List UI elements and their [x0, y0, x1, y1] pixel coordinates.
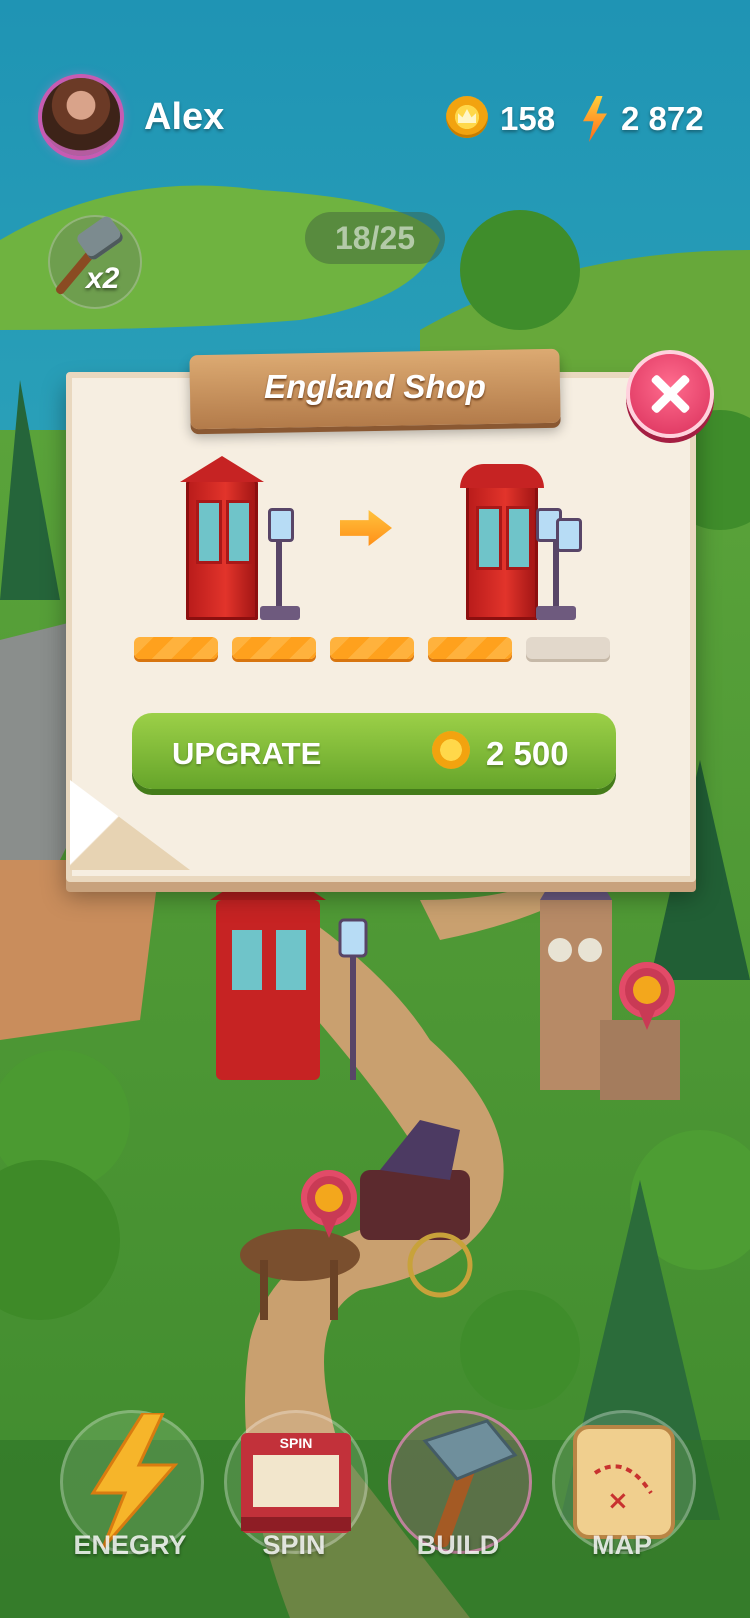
build-progress: 18/25	[305, 212, 445, 264]
upgrade-button-label: UPGRATE	[172, 736, 322, 771]
close-icon	[630, 354, 710, 434]
phone-booth-current-image	[180, 456, 264, 620]
phone-booth-next-image	[460, 464, 544, 620]
upgrade-level-segment	[134, 637, 218, 659]
svg-text:×: ×	[607, 1486, 629, 1516]
upgrade-level-segment	[428, 637, 512, 659]
coin-icon	[446, 96, 488, 138]
upgrade-price: 2 500	[486, 735, 569, 772]
nav-map-label: MAP	[592, 1530, 652, 1560]
player-avatar[interactable]	[42, 78, 120, 156]
slot-badge: SPIN	[279, 1435, 313, 1451]
shop-title: England Shop	[264, 368, 486, 405]
map-location-pin[interactable]	[619, 962, 675, 1032]
street-lamp-current-image	[276, 530, 282, 610]
game-scene: Alex 158 2 872 x2 18/25 England Shop UPG…	[0, 0, 750, 1618]
nav-energy-label: ENEGRY	[73, 1530, 187, 1560]
upgrade-level-segment	[330, 637, 414, 659]
map-location-pin[interactable]	[301, 1170, 357, 1240]
nav-build-label: BUILD	[416, 1530, 500, 1560]
coin-balance: 158	[500, 100, 556, 137]
upgrade-level-segment	[526, 637, 610, 659]
upgrade-level-segment	[232, 637, 316, 659]
boost-multiplier: x2	[86, 262, 120, 295]
coin-icon	[432, 731, 470, 769]
player-name: Alex	[144, 96, 225, 138]
shop-dialog	[66, 372, 696, 882]
close-button[interactable]	[626, 350, 714, 438]
energy-balance: 2 872	[621, 100, 704, 137]
nav-spin-label: SPIN	[262, 1530, 326, 1560]
